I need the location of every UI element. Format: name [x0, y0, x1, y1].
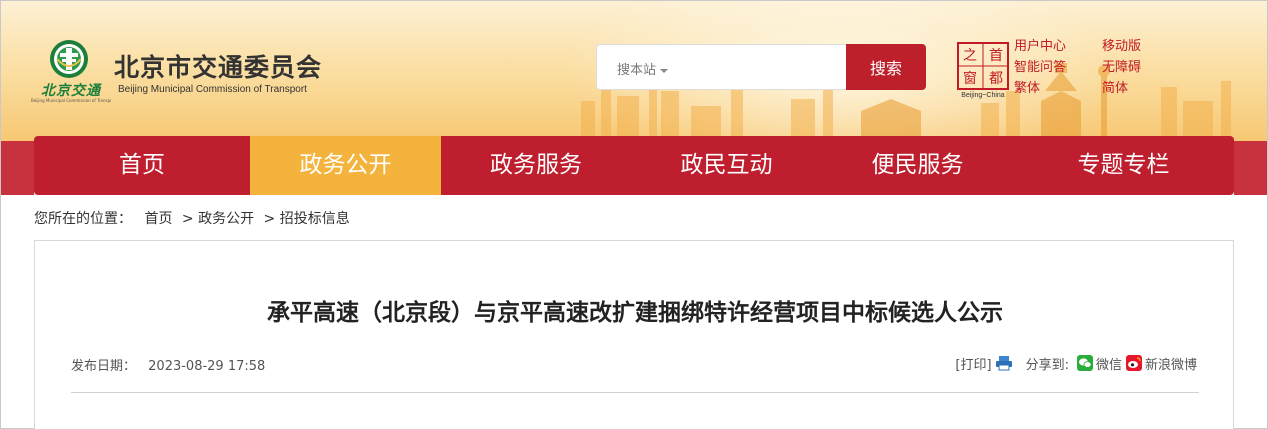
nav-band-right [1234, 141, 1267, 195]
article-tools: [打印] 分享到: 微信 新浪微博 [955, 353, 1197, 373]
link-traditional[interactable]: 繁体 [1014, 77, 1040, 96]
search-button[interactable]: 搜索 [846, 44, 926, 90]
breadcrumb-prefix: 您所在的位置： [34, 211, 132, 227]
site-subtitle: Beijing Municipal Commission of Transpor… [118, 84, 307, 95]
article-divider [71, 392, 1199, 393]
utility-links: 用户中心 移动版 智能问答 无障碍 繁体 简体 [1014, 35, 1174, 99]
link-mobile[interactable]: 移动版 [1102, 35, 1141, 54]
logo-small-caption: Beijing Municipal Commission of Transpor… [31, 98, 111, 103]
print-link[interactable]: [打印] [955, 354, 991, 373]
breadcrumb-separator: > [263, 211, 276, 227]
nav-item-gov-affairs-public[interactable]: 政务公开 [250, 136, 441, 195]
search-scope-label: 搜本站 [617, 63, 657, 78]
main-nav: 首页 政务公开 政务服务 政民互动 便民服务 专题专栏 [34, 136, 1234, 195]
breadcrumb-separator: > [181, 211, 194, 227]
nav-item-gov-services[interactable]: 政务服务 [441, 136, 631, 195]
search-input[interactable]: 搜本站 [596, 44, 847, 90]
chevron-down-icon [660, 68, 669, 73]
logo-wordmark: 北京交通 [41, 83, 101, 99]
article-title: 承平高速（北京段）与京平高速改扩建捆绑特许经营项目中标候选人公示 [267, 300, 1003, 326]
publish-date: 发布日期： 2023-08-29 17:58 [71, 355, 265, 374]
link-simplified[interactable]: 简体 [1102, 77, 1128, 96]
breadcrumb: 您所在的位置： 首页 > 政务公开 > 招投标信息 [34, 208, 350, 228]
nav-item-interaction[interactable]: 政民互动 [631, 136, 822, 195]
nav-band-left [1, 141, 34, 195]
breadcrumb-tender-info[interactable]: 招投标信息 [280, 211, 350, 227]
nav-item-convenience[interactable]: 便民服务 [822, 136, 1013, 195]
capital-caption: Beijing~China [961, 92, 1004, 99]
search-scope-select[interactable]: 搜本站 [617, 59, 669, 78]
nav-item-special-topics[interactable]: 专题专栏 [1013, 136, 1234, 195]
share-label: 分享到: [1025, 357, 1069, 373]
capital-window-logo[interactable]: 之 首 窗 都 Beijing~China [956, 41, 1010, 99]
header-banner: 北京交通 Beijing Municipal Commission of Tra… [1, 1, 1267, 142]
breadcrumb-home[interactable]: 首页 [144, 211, 172, 227]
logo-emblem-icon [50, 40, 88, 78]
article-panel: 承平高速（北京段）与京平高速改扩建捆绑特许经营项目中标候选人公示 发布日期： 2… [34, 240, 1234, 429]
publish-date-value: 2023-08-29 17:58 [148, 359, 266, 374]
capital-char-1: 之 [963, 48, 977, 64]
site-logo[interactable]: 北京交通 Beijing Municipal Commission of Tra… [31, 39, 111, 103]
publish-date-label: 发布日期： [71, 359, 137, 374]
link-user-center[interactable]: 用户中心 [1014, 35, 1066, 54]
capital-char-3: 窗 [963, 70, 977, 87]
wechat-icon[interactable] [1076, 355, 1093, 371]
capital-char-4: 都 [989, 71, 1003, 87]
weibo-icon[interactable] [1125, 355, 1142, 371]
link-smart-qa[interactable]: 智能问答 [1014, 56, 1066, 75]
link-accessibility[interactable]: 无障碍 [1102, 56, 1141, 75]
breadcrumb-gov-affairs-public[interactable]: 政务公开 [198, 211, 254, 227]
capital-char-2: 首 [989, 48, 1003, 64]
site-title: 北京市交通委员会 [114, 53, 323, 82]
share-wechat-link[interactable]: 微信 [1096, 354, 1122, 373]
share-weibo-link[interactable]: 新浪微博 [1145, 354, 1197, 373]
printer-icon[interactable] [995, 355, 1013, 371]
nav-item-home[interactable]: 首页 [34, 136, 250, 195]
